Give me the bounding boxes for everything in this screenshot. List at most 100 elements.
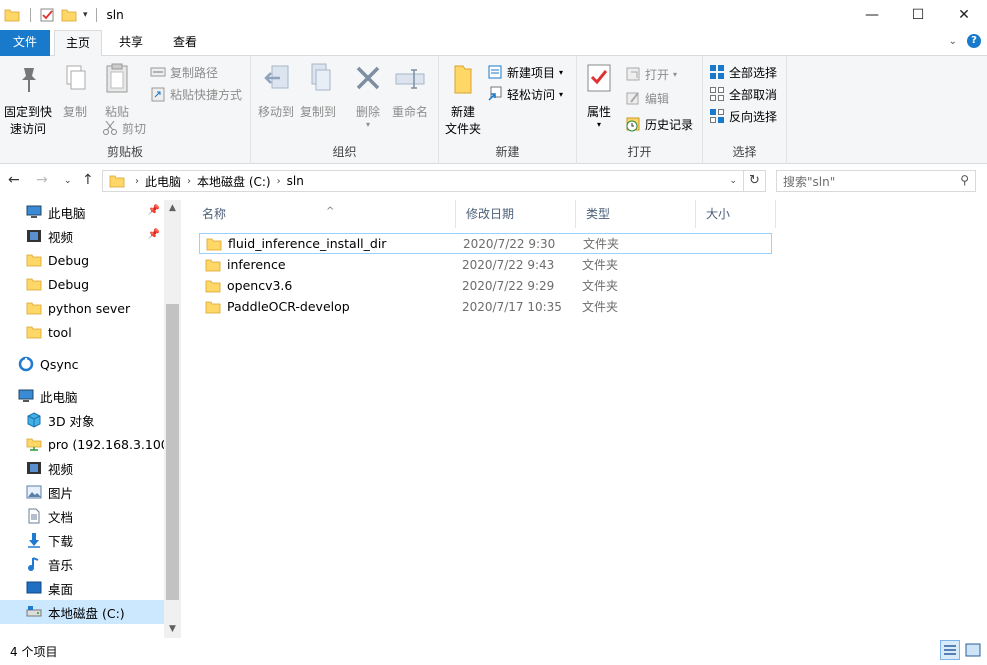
sidebar-item-downloads[interactable]: 下载: [0, 528, 164, 552]
sidebar-item-tool[interactable]: tool: [0, 320, 164, 344]
close-button[interactable]: ✕: [941, 0, 987, 30]
tab-home[interactable]: 主页: [54, 30, 102, 57]
breadcrumb-separator[interactable]: ›: [277, 176, 281, 187]
sidebar-item-documents[interactable]: 文档: [0, 504, 164, 528]
scroll-up-icon[interactable]: ▲: [164, 200, 181, 217]
table-row[interactable]: opencv3.6 2020/7/22 9:29 文件夹: [199, 275, 772, 296]
rename-button[interactable]: 重命名: [389, 62, 431, 120]
copy-button[interactable]: 复制: [56, 62, 94, 120]
table-row[interactable]: fluid_inference_install_dir 2020/7/22 9:…: [199, 233, 772, 254]
back-button[interactable]: ←: [8, 172, 20, 188]
breadcrumb-separator[interactable]: ›: [135, 176, 139, 187]
new-item-dropdown-icon: ▾: [559, 67, 564, 77]
scroll-down-icon[interactable]: ▼: [164, 621, 181, 638]
table-row[interactable]: inference 2020/7/22 9:43 文件夹: [199, 254, 772, 275]
maximize-button[interactable]: ☐: [895, 0, 941, 30]
sidebar-item-label: tool: [48, 324, 72, 340]
status-bar: 4 个项目: [0, 638, 987, 665]
pin-label-line2: 速访问: [9, 122, 46, 136]
move-to-button[interactable]: 移动到: [255, 62, 297, 120]
minimize-button[interactable]: —: [849, 0, 895, 30]
sidebar-item-videos[interactable]: 视频: [0, 456, 164, 480]
breadcrumb-separator[interactable]: ›: [187, 176, 191, 187]
paste-shortcut-icon: [151, 87, 165, 102]
sidebar-scrollbar[interactable]: ▲ ▼: [164, 200, 181, 638]
file-type: 文件夹: [582, 279, 619, 293]
details-view-button[interactable]: [940, 640, 960, 660]
recent-locations-button[interactable]: ⌄: [64, 176, 72, 186]
search-placeholder: 搜索"sln": [783, 174, 836, 189]
sidebar-item-pictures[interactable]: 图片: [0, 480, 164, 504]
search-icon: ⚲: [960, 173, 969, 187]
new-folder-button[interactable]: 新建 文件夹: [443, 62, 483, 137]
sidebar-item-desktop[interactable]: 桌面: [0, 576, 164, 600]
large-icons-view-button[interactable]: [963, 640, 983, 660]
paste-shortcut-button[interactable]: 粘贴快捷方式: [150, 84, 242, 104]
computer-icon: [26, 205, 42, 218]
sidebar-item-local-disk[interactable]: 本地磁盘 (C:): [0, 600, 164, 624]
sidebar-item-qsync[interactable]: Qsync: [0, 352, 164, 376]
paste-button[interactable]: 粘贴: [98, 62, 136, 120]
tab-file[interactable]: 文件: [0, 30, 50, 56]
delete-dropdown-icon[interactable]: ▾: [349, 120, 387, 129]
sidebar-item-3d-objects[interactable]: 3D 对象: [0, 408, 164, 432]
sidebar-item-videos-pinned[interactable]: 视频 📌: [0, 224, 164, 248]
sidebar-item-label: Debug: [48, 252, 90, 268]
divider: [30, 8, 31, 22]
sidebar-item-debug-2[interactable]: Debug: [0, 272, 164, 296]
tab-view[interactable]: 查看: [160, 30, 210, 56]
table-row[interactable]: PaddleOCR-develop 2020/7/17 10:35 文件夹: [199, 296, 772, 317]
properties-dropdown-icon[interactable]: ▾: [581, 120, 617, 129]
scrollbar-thumb[interactable]: [166, 304, 179, 600]
new-folder-icon[interactable]: [61, 7, 77, 23]
item-count: 4 个项目: [10, 645, 58, 659]
copy-path-icon: [150, 67, 166, 77]
refresh-button[interactable]: ↻: [744, 170, 766, 192]
column-header-type[interactable]: 类型: [576, 200, 696, 228]
sidebar-item-python-sever[interactable]: python sever: [0, 296, 164, 320]
edit-button[interactable]: 编辑: [625, 88, 669, 108]
sidebar-item-network-drive[interactable]: pro (192.168.3.100 (: [0, 432, 164, 456]
copy-path-button[interactable]: 复制路径: [150, 62, 218, 82]
sidebar-item-this-pc-pinned[interactable]: 此电脑 📌: [0, 200, 164, 224]
sidebar-item-music[interactable]: 音乐: [0, 552, 164, 576]
easy-access-dropdown-icon: ▾: [559, 89, 564, 99]
new-item-button[interactable]: 新建项目 ▾: [487, 62, 563, 82]
video-icon: [27, 462, 41, 474]
breadcrumb-local-disk[interactable]: 本地磁盘 (C:): [197, 173, 271, 190]
select-all-button[interactable]: 全部选择: [709, 62, 777, 82]
properties-button[interactable]: 属性 ▾: [581, 62, 617, 129]
pin-quick-access-button[interactable]: 固定到快 速访问: [2, 62, 54, 137]
cut-label: 剪切: [122, 121, 147, 136]
easy-access-button[interactable]: 轻松访问 ▾: [487, 84, 563, 104]
address-bar[interactable]: › 此电脑 › 本地磁盘 (C:) › sln ⌄: [102, 170, 744, 192]
sidebar-item-this-pc[interactable]: 此电脑: [0, 384, 164, 408]
new-group-label: 新建: [495, 145, 520, 159]
search-input[interactable]: 搜索"sln" ⚲: [776, 170, 976, 192]
breadcrumb-this-pc[interactable]: 此电脑: [145, 173, 181, 190]
properties-icon[interactable]: [39, 7, 55, 23]
collapse-ribbon-icon[interactable]: ⌄: [949, 36, 957, 47]
address-dropdown-icon[interactable]: ⌄: [729, 176, 737, 186]
cut-button[interactable]: 剪切: [102, 118, 146, 138]
select-none-button[interactable]: 全部取消: [709, 84, 777, 104]
pin-icon: 📌: [147, 229, 160, 240]
forward-button[interactable]: →: [36, 172, 48, 188]
column-header-date[interactable]: 修改日期: [456, 200, 576, 228]
sidebar-item-debug[interactable]: Debug: [0, 248, 164, 272]
open-button[interactable]: 打开 ▾: [625, 64, 677, 84]
breadcrumb-sln[interactable]: sln: [287, 174, 304, 188]
column-header-name[interactable]: 名称 ^: [192, 200, 456, 228]
column-header-size[interactable]: 大小: [696, 200, 776, 228]
help-icon[interactable]: ?: [967, 34, 981, 48]
customize-quick-access-icon[interactable]: ▾: [83, 10, 88, 20]
history-button[interactable]: 历史记录: [625, 114, 693, 134]
copy-to-button[interactable]: 复制到: [297, 62, 339, 120]
up-button[interactable]: ↑: [82, 172, 94, 188]
invert-selection-button[interactable]: 反向选择: [709, 106, 777, 126]
file-date: 2020/7/22 9:29: [462, 278, 555, 293]
delete-button[interactable]: 删除 ▾: [349, 62, 387, 129]
tab-share[interactable]: 共享: [106, 30, 156, 56]
folder-icon: [205, 301, 221, 313]
qsync-icon: [18, 356, 34, 372]
